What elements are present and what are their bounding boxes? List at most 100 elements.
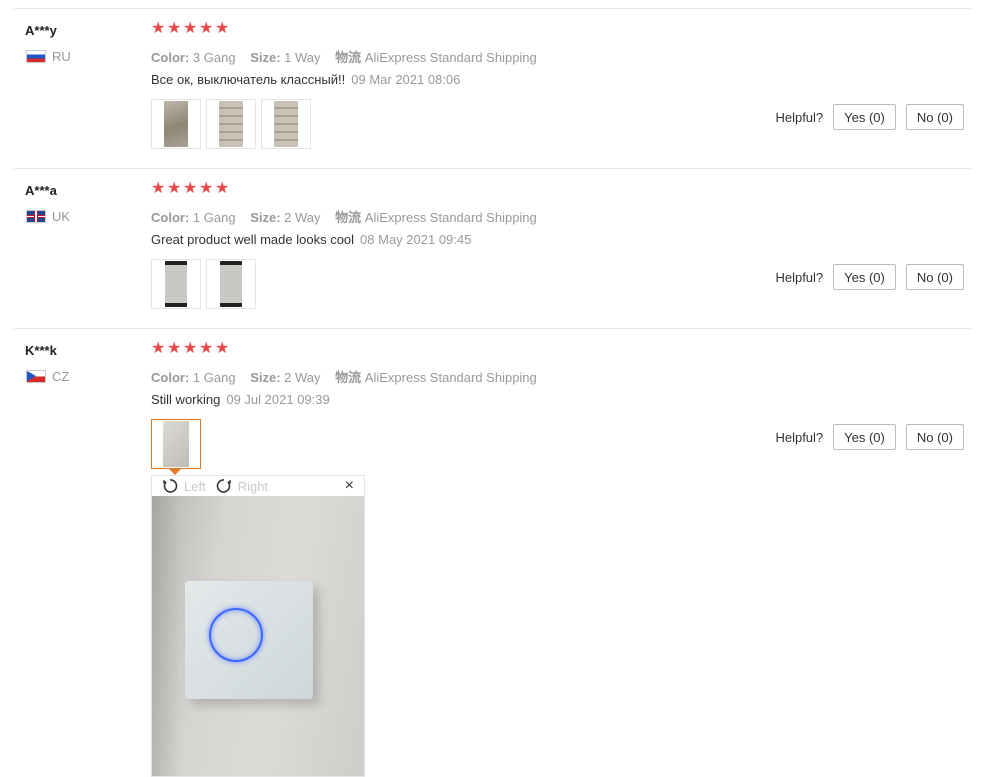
cz-flag-icon: [26, 370, 46, 383]
photo-image: [219, 101, 243, 147]
ru-flag-icon: [26, 50, 46, 63]
photo-viewer: Left Right ×: [151, 475, 365, 777]
rotate-right-label: Right: [237, 478, 269, 494]
shipping-label: 物流: [335, 210, 362, 225]
review-comment: Все ок, выключатель классный!! 09 Mar 202…: [151, 72, 460, 87]
photo-image: [163, 421, 189, 467]
review-text: Still working: [151, 392, 221, 407]
color-value: 3 Gang: [192, 50, 236, 65]
photo-thumbnail[interactable]: [206, 259, 256, 309]
review-item: A***a UK ★ ★ ★ ★ ★ Color: 1 Gang Size: 2 Way…: [0, 168, 992, 328]
size-value: 2 Way: [284, 370, 321, 385]
star-icon: ★: [199, 340, 214, 357]
review-photos: [151, 259, 256, 309]
photo-thumbnail[interactable]: [206, 99, 256, 149]
photo-thumbnail-selected[interactable]: [151, 419, 201, 475]
shipping-label: 物流: [335, 370, 362, 385]
country-code: CZ: [52, 369, 70, 384]
review-photos: [151, 99, 311, 149]
size-label: Size:: [250, 370, 281, 385]
uk-flag-icon: [26, 210, 46, 223]
photo-shadow: [152, 496, 182, 776]
photo-image: [274, 101, 298, 147]
vote-no-button[interactable]: No (0): [905, 104, 964, 130]
star-icon: ★: [215, 180, 230, 197]
review-comment: Great product well made looks cool 08 May…: [151, 232, 471, 247]
touch-ring: [209, 608, 263, 662]
star-icon: ★: [167, 20, 182, 37]
photo-image: [164, 101, 188, 147]
size-value: 2 Way: [284, 210, 321, 225]
rotate-left-label: Left: [184, 478, 206, 494]
photo-thumbnail[interactable]: [261, 99, 311, 149]
star-rating: ★ ★ ★ ★ ★: [151, 20, 230, 37]
color-value: 1 Gang: [192, 210, 236, 225]
review-comment: Still working 09 Jul 2021 09:39: [151, 392, 330, 407]
review-text: Great product well made looks cool: [151, 232, 355, 247]
star-icon: ★: [151, 340, 166, 357]
color-value: 1 Gang: [192, 370, 236, 385]
star-icon: ★: [183, 180, 198, 197]
photo-thumbnail[interactable]: [151, 259, 201, 309]
color-label: Color:: [151, 50, 190, 65]
star-icon: ★: [199, 180, 214, 197]
vote-yes-button[interactable]: Yes (0): [833, 424, 896, 450]
close-icon[interactable]: ×: [345, 478, 354, 494]
helpful-label: Helpful?: [775, 269, 824, 285]
viewer-toolbar: Left Right ×: [152, 476, 364, 496]
review-date: 09 Jul 2021 09:39: [226, 392, 330, 407]
review-item: A***y RU ★ ★ ★ ★ ★ Color: 3 Gang Size: 1 Way…: [0, 8, 992, 168]
color-label: Color:: [151, 210, 190, 225]
photo-thumbnail[interactable]: [151, 99, 201, 149]
helpful-label: Helpful?: [775, 109, 824, 125]
order-attributes: Color: 1 Gang Size: 2 Way 物流 AliExpress …: [151, 367, 537, 386]
shipping-value: AliExpress Standard Shipping: [364, 210, 537, 225]
reviewer-name: K***k: [25, 343, 57, 358]
star-icon: ★: [215, 340, 230, 357]
helpful-vote: Helpful? Yes (0) No (0): [775, 424, 964, 450]
size-value: 1 Way: [284, 50, 321, 65]
color-label: Color:: [151, 370, 190, 385]
vote-yes-button[interactable]: Yes (0): [833, 104, 896, 130]
helpful-vote: Helpful? Yes (0) No (0): [775, 104, 964, 130]
rotate-left-icon: [163, 479, 178, 493]
helpful-vote: Helpful? Yes (0) No (0): [775, 264, 964, 290]
review-item: K***k CZ ★ ★ ★ ★ ★ Color: 1 Gang Size: 2 Way…: [0, 328, 992, 777]
review-photos: [151, 419, 201, 475]
vote-no-button[interactable]: No (0): [905, 264, 964, 290]
star-icon: ★: [151, 20, 166, 37]
star-icon: ★: [167, 180, 182, 197]
vote-no-button[interactable]: No (0): [905, 424, 964, 450]
shipping-value: AliExpress Standard Shipping: [364, 50, 537, 65]
photo-image: [165, 261, 187, 307]
size-label: Size:: [250, 50, 281, 65]
reviewer-country: UK: [26, 209, 70, 224]
review-text: Все ок, выключатель классный!!: [151, 72, 346, 87]
review-date: 08 May 2021 09:45: [360, 232, 472, 247]
reviewer-country: CZ: [26, 369, 69, 384]
photo-image: [220, 261, 242, 307]
order-attributes: Color: 1 Gang Size: 2 Way 物流 AliExpress …: [151, 207, 537, 226]
shipping-label: 物流: [335, 50, 362, 65]
country-code: UK: [52, 209, 71, 224]
size-label: Size:: [250, 210, 281, 225]
shipping-value: AliExpress Standard Shipping: [364, 370, 537, 385]
star-icon: ★: [183, 20, 198, 37]
star-icon: ★: [215, 20, 230, 37]
helpful-label: Helpful?: [775, 429, 824, 445]
rotate-left-button[interactable]: Left: [162, 478, 206, 494]
star-rating: ★ ★ ★ ★ ★: [151, 180, 230, 197]
star-rating: ★ ★ ★ ★ ★: [151, 340, 230, 357]
reviewer-name: A***a: [25, 183, 57, 198]
star-icon: ★: [199, 20, 214, 37]
rotate-right-button[interactable]: Right: [216, 478, 268, 494]
reviewer-country: RU: [26, 49, 71, 64]
star-icon: ★: [151, 180, 166, 197]
vote-yes-button[interactable]: Yes (0): [833, 264, 896, 290]
review-date: 09 Mar 2021 08:06: [351, 72, 461, 87]
switch-plate: [185, 581, 313, 699]
star-icon: ★: [183, 340, 198, 357]
country-code: RU: [52, 49, 71, 64]
order-attributes: Color: 3 Gang Size: 1 Way 物流 AliExpress …: [151, 47, 537, 66]
expanded-photo: [152, 496, 364, 776]
